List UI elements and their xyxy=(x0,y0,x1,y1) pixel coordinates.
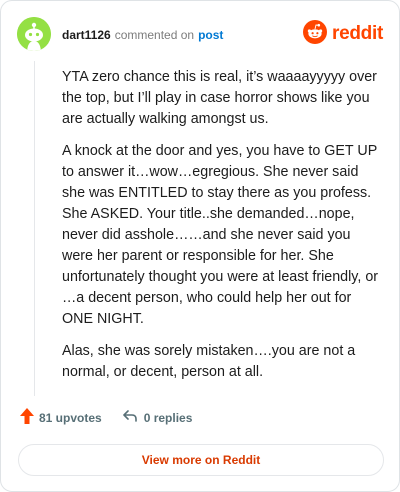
reply-arrow-icon xyxy=(122,408,138,429)
comment-embed-card: dart1126 commented on post reddit YTA ze… xyxy=(0,0,400,492)
comment-body: YTA zero chance this is real, it’s waaaa… xyxy=(62,67,384,394)
comment-paragraph: YTA zero chance this is real, it’s waaaa… xyxy=(62,69,377,127)
reply-count: 0 replies xyxy=(143,411,193,425)
username[interactable]: dart1126 xyxy=(62,28,111,42)
reddit-wordmark: reddit xyxy=(332,23,383,44)
reply-button[interactable]: 0 replies xyxy=(122,408,193,429)
comment-header: dart1126 commented on post reddit xyxy=(17,17,383,53)
thread-line[interactable] xyxy=(34,61,35,396)
comment-actions: 81 upvotes 0 replies xyxy=(19,407,192,429)
snoo-avatar-icon[interactable] xyxy=(17,17,51,51)
upvote-arrow-icon xyxy=(19,407,35,430)
upvote-count: 81 upvotes xyxy=(39,411,102,425)
post-link[interactable]: post xyxy=(198,28,223,42)
upvote-button[interactable]: 81 upvotes xyxy=(19,407,102,430)
comment-paragraph: A knock at the door and yes, you have to… xyxy=(62,143,379,327)
commented-on-label: commented on xyxy=(114,28,195,42)
comment-paragraph: Alas, she was sorely mistaken….you are n… xyxy=(62,343,356,380)
reddit-brand[interactable]: reddit xyxy=(303,19,383,49)
view-more-on-reddit-button[interactable]: View more on Reddit xyxy=(18,444,384,476)
comment-meta: dart1126 commented on post xyxy=(62,27,223,43)
reddit-logo-icon xyxy=(303,19,328,49)
